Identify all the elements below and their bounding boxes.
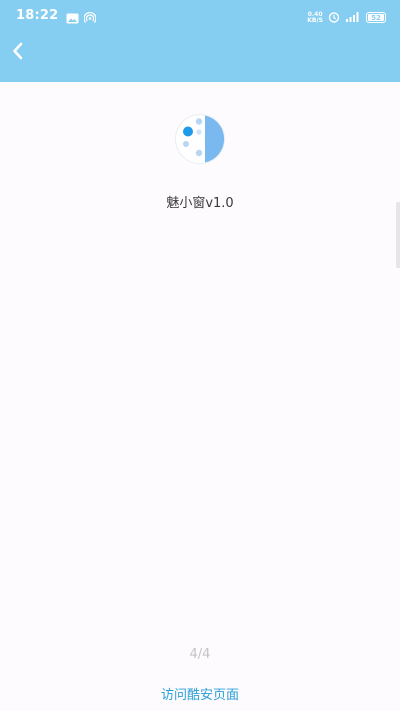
app-bar: [0, 31, 400, 82]
signal-icon: [345, 8, 361, 27]
page-indicator: 4/4: [189, 647, 211, 662]
app-logo-icon: [174, 113, 226, 165]
net-speed-unit: KB/S: [307, 16, 323, 24]
status-right-icons: 0.40 KB/S 52: [307, 8, 386, 27]
chevron-left-icon: [11, 42, 25, 64]
image-icon: [66, 9, 79, 28]
battery-level: 52: [371, 13, 381, 22]
battery-icon: 52: [366, 12, 386, 23]
alarm-icon: [328, 8, 340, 27]
back-button[interactable]: [4, 39, 32, 67]
status-bar: 18:22 0.40 KB/S 52: [0, 0, 400, 31]
scroll-handle[interactable]: [396, 202, 400, 268]
status-time: 18:22: [16, 8, 59, 23]
visit-coolapk-link[interactable]: 访问酷安页面: [0, 684, 400, 703]
hotspot-icon: [83, 9, 97, 28]
status-left-icons: [66, 9, 97, 28]
net-speed: 0.40 KB/S: [307, 11, 323, 24]
app-name: 魅小窗v1.0: [166, 196, 234, 211]
